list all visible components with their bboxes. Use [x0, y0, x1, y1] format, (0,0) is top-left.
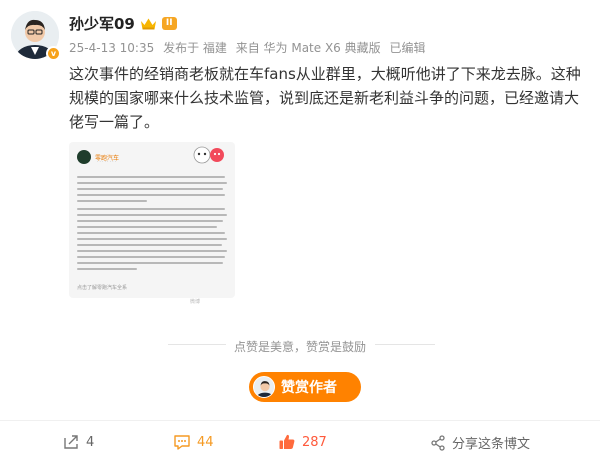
post-image[interactable]: 零跑汽车 · · · · · · · · 点击了解零跑汽车全系	[69, 142, 235, 298]
image-meta: · · · · · · · ·	[97, 159, 117, 164]
praise-hint: 点赞是美意，赞赏是鼓励	[225, 338, 374, 355]
action-divider	[0, 420, 600, 421]
share-post-label: 分享这条博文	[452, 437, 531, 452]
comment-count: 44	[197, 434, 214, 450]
post-location: 发布于 福建	[163, 41, 227, 55]
edited-label[interactable]: 已编辑	[389, 41, 425, 55]
image-footer: 点击了解零跑汽车全系	[77, 285, 128, 291]
repost-icon	[64, 435, 78, 449]
comment-button[interactable]: 44	[173, 433, 214, 451]
username[interactable]: 孙少军09	[69, 13, 135, 34]
like-button[interactable]: 287	[278, 433, 327, 451]
tip-author-button[interactable]: 赞赏作者	[249, 372, 361, 402]
level-badge: II	[161, 17, 177, 30]
post-text: 这次事件的经销商老板就在车fans从业群里，大概听他讲了下来龙去脉。这种规模的国…	[69, 65, 581, 131]
repost-button[interactable]: 4	[62, 433, 94, 451]
share-post-button[interactable]: 分享这条博文	[430, 433, 530, 452]
share-icon	[431, 434, 445, 451]
post-meta: 25-4-13 10:35 发布于 福建 来自 华为 Mate X6 典藏版 已…	[69, 39, 430, 56]
thumbs-up-icon	[279, 434, 295, 449]
image-watermark: 微博	[190, 299, 201, 305]
repost-count: 4	[86, 434, 95, 450]
post-date[interactable]: 25-4-13 10:35	[69, 41, 154, 55]
tip-avatar	[253, 376, 275, 398]
tip-author-label: 赞赏作者	[281, 380, 337, 396]
like-count: 287	[302, 434, 327, 450]
post-device: 来自 华为 Mate X6 典藏版	[235, 41, 381, 55]
leapmotor-logo-icon	[77, 150, 91, 164]
comment-icon	[174, 435, 190, 450]
crown-icon	[140, 18, 156, 29]
verified-badge-icon: v	[46, 46, 61, 61]
sticker-icon	[193, 146, 224, 164]
